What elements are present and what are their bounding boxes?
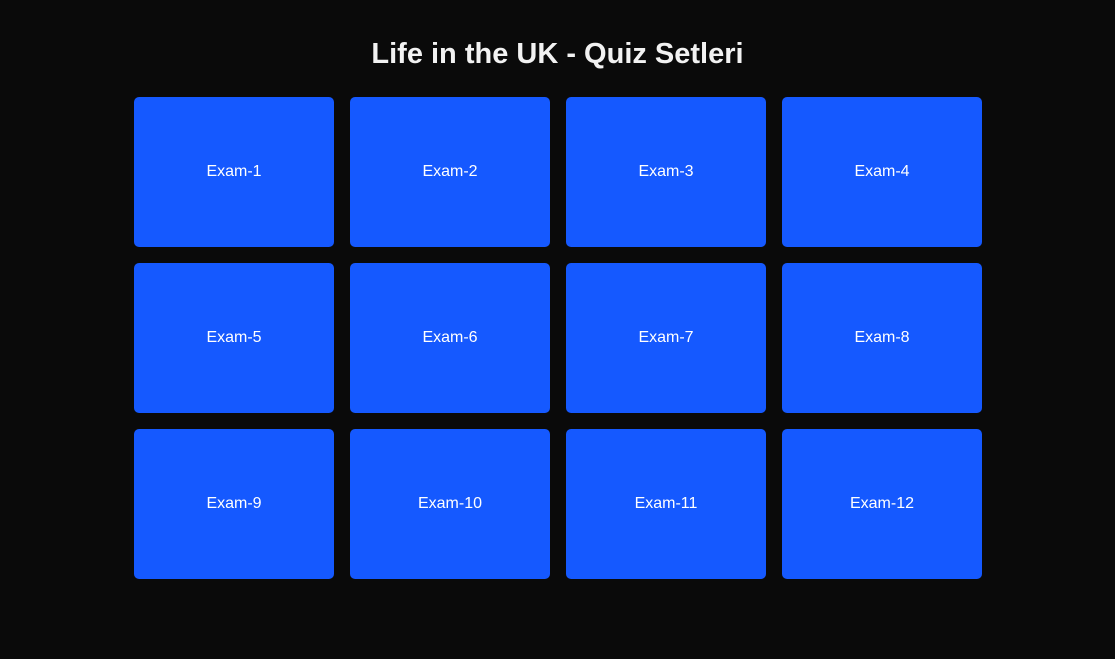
- exam-card-7[interactable]: Exam-7: [566, 263, 766, 413]
- exam-card-11[interactable]: Exam-11: [566, 429, 766, 579]
- page: Life in the UK - Quiz Setleri Exam-1 Exa…: [0, 0, 1115, 659]
- exam-card-2[interactable]: Exam-2: [350, 97, 550, 247]
- exam-card-6[interactable]: Exam-6: [350, 263, 550, 413]
- exam-card-1[interactable]: Exam-1: [134, 97, 334, 247]
- exam-card-9[interactable]: Exam-9: [134, 429, 334, 579]
- exam-card-3[interactable]: Exam-3: [566, 97, 766, 247]
- exam-grid: Exam-1 Exam-2 Exam-3 Exam-4 Exam-5 Exam-…: [134, 97, 982, 579]
- exam-card-10[interactable]: Exam-10: [350, 429, 550, 579]
- exam-card-4[interactable]: Exam-4: [782, 97, 982, 247]
- exam-card-12[interactable]: Exam-12: [782, 429, 982, 579]
- page-title: Life in the UK - Quiz Setleri: [371, 38, 744, 70]
- exam-card-5[interactable]: Exam-5: [134, 263, 334, 413]
- exam-card-8[interactable]: Exam-8: [782, 263, 982, 413]
